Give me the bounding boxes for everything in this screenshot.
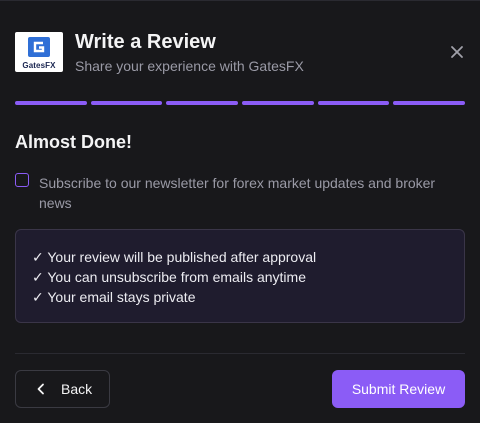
modal-title: Write a Review: [75, 31, 216, 53]
back-button-label: Back: [61, 381, 93, 397]
modal-subtitle: Share your experience with GatesFX: [75, 58, 304, 74]
info-box: ✓ Your review will be published after ap…: [15, 229, 465, 323]
progress-segment-2: [90, 101, 163, 105]
submit-review-button[interactable]: Submit Review: [332, 370, 465, 408]
modal-header: GatesFX Write a Review Share your experi…: [15, 31, 465, 74]
step-progress-bar: [15, 101, 466, 105]
info-item: ✓ Your email stays private: [32, 289, 196, 305]
info-item: ✓ You can unsubscribe from emails anytim…: [32, 269, 306, 285]
back-button[interactable]: Back: [15, 370, 110, 408]
review-modal: GatesFX Write a Review Share your experi…: [0, 0, 480, 423]
info-item: ✓ Your review will be published after ap…: [32, 249, 317, 265]
footer-divider: [15, 353, 465, 354]
close-button[interactable]: [449, 44, 465, 60]
newsletter-label[interactable]: Subscribe to our newsletter for forex ma…: [39, 173, 469, 213]
progress-segment-4: [242, 101, 314, 105]
close-icon: [451, 46, 463, 58]
progress-segment-3: [166, 101, 239, 105]
chevron-left-icon: [37, 383, 44, 395]
step-heading: Almost Done!: [15, 132, 132, 152]
logo-text: GatesFX: [22, 61, 56, 70]
progress-segment-1: [15, 101, 87, 105]
gatesfx-logo: GatesFX: [15, 32, 63, 72]
newsletter-checkbox[interactable]: [15, 173, 29, 187]
gatesfx-logo-mark-icon: [28, 37, 50, 57]
progress-segment-5: [317, 101, 390, 105]
progress-segment-6: [393, 101, 466, 105]
